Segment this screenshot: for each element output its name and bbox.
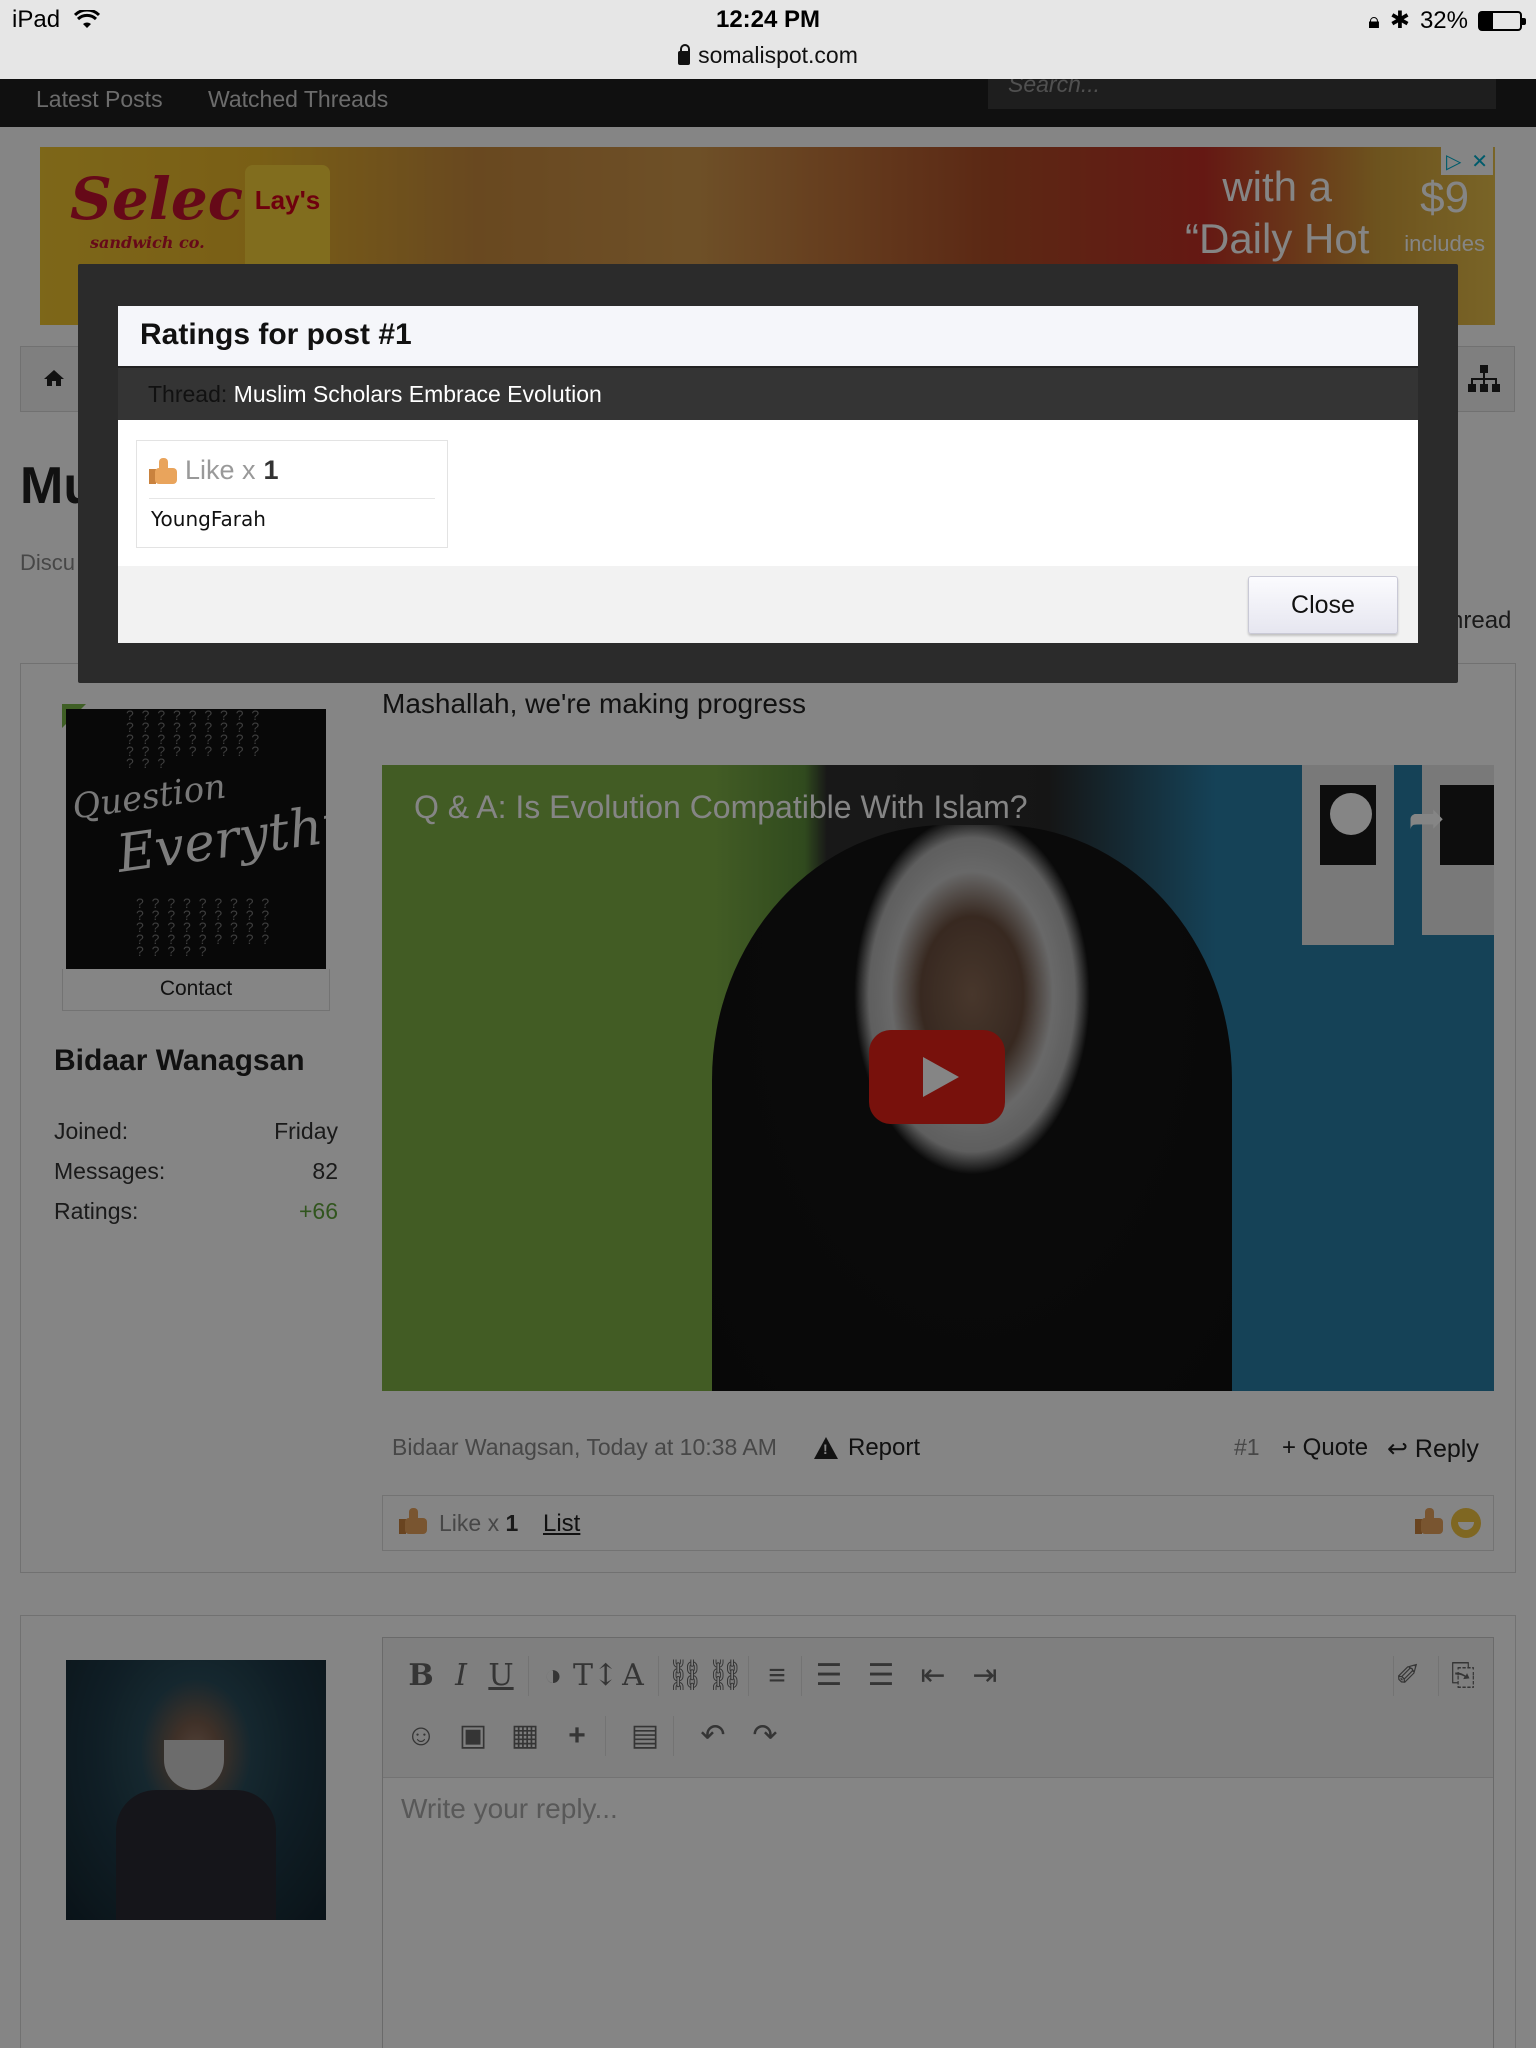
bluetooth-icon: ✱ [1389,7,1410,34]
battery-level [1480,12,1493,29]
ratings-modal: Ratings for post #1 Thread: Muslim Schol… [118,306,1418,643]
thread-title: Muslim Scholars Embrace Evolution [233,381,602,407]
rating-count: 1 [263,455,279,485]
rating-type-label: Like x [185,455,256,485]
modal-footer: Close [118,566,1418,643]
rater-username[interactable]: YoungFarah [151,507,266,531]
lock-icon [678,43,691,65]
url-bar[interactable]: somalispot.com [0,42,1536,69]
rating-group-header: Like x 1 [149,455,279,486]
like-thumb-icon [149,457,177,484]
close-button[interactable]: Close [1248,576,1398,634]
ratings-modal-frame: Ratings for post #1 Thread: Muslim Schol… [78,264,1458,683]
rotation-lock-icon: 🔒︎ [1368,7,1380,33]
modal-title: Ratings for post #1 [140,318,412,351]
battery-icon [1478,10,1526,31]
status-time: 12:24 PM [715,6,821,33]
status-right: 🔒︎ ✱ 32% [1368,6,1526,35]
modal-thread-info: Thread: Muslim Scholars Embrace Evolutio… [118,368,1418,420]
rating-group: Like x 1 YoungFarah [136,440,448,548]
modal-header: Ratings for post #1 [118,306,1418,368]
url-text: somalispot.com [698,42,858,68]
thread-label: Thread: [148,381,228,407]
divider [149,498,435,499]
battery-percent: 32% [1419,6,1468,34]
status-bar: iPad 12:24 PM 🔒︎ ✱ 32% somalispot.com [0,0,1536,79]
